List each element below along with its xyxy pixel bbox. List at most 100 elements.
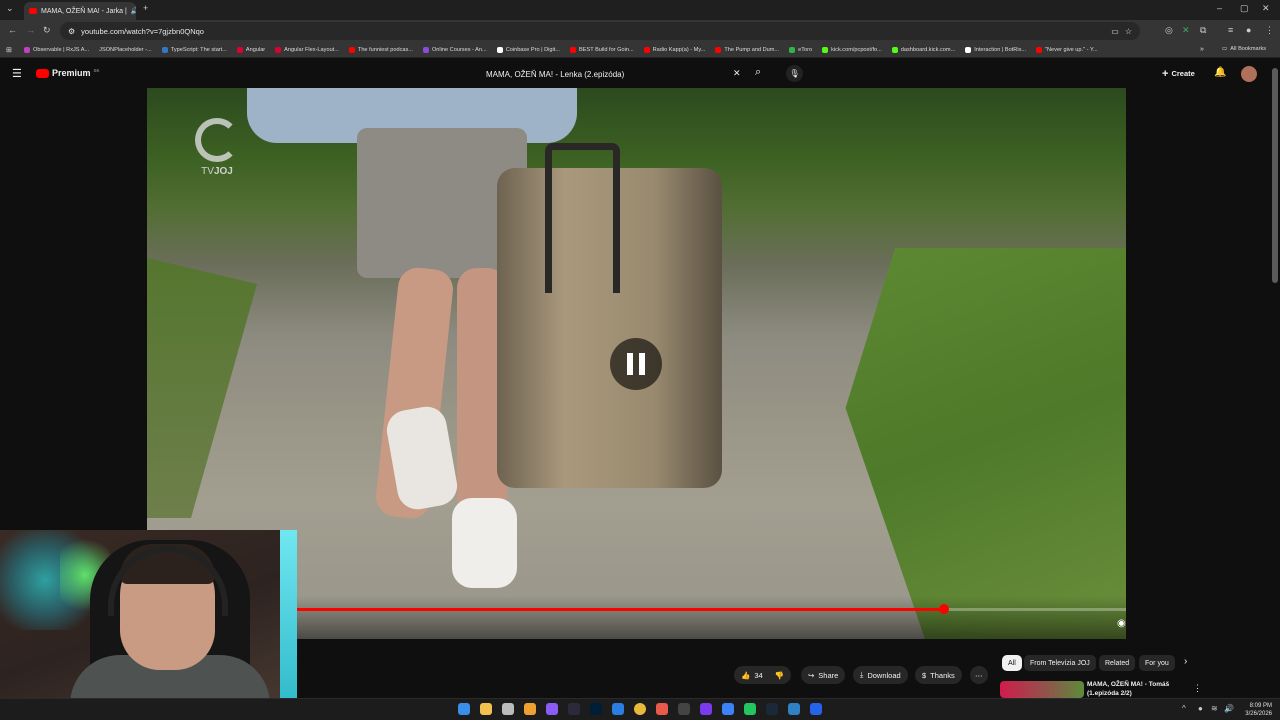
taskbar-app-icon[interactable] bbox=[612, 703, 624, 715]
forward-icon[interactable]: → bbox=[26, 25, 35, 35]
like-button[interactable]: 👍 34 👎 bbox=[734, 666, 792, 684]
video-frame-grass-left bbox=[147, 258, 257, 518]
tab-search-icon[interactable]: ⌄ bbox=[6, 3, 14, 14]
download-button[interactable]: ⤓ Download bbox=[853, 666, 908, 684]
create-button[interactable]: + Create bbox=[1158, 65, 1199, 82]
chip-all[interactable]: All bbox=[1002, 655, 1022, 671]
bookmark-item[interactable]: The funniest podcas... bbox=[348, 46, 413, 53]
browser-menu-icon[interactable]: ⋮ bbox=[1265, 25, 1274, 36]
chip-from-channel[interactable]: From Televízia JOJ bbox=[1024, 655, 1096, 671]
bookmark-item[interactable]: kick.com/pcpost/fo... bbox=[822, 46, 882, 53]
apps-grid-icon[interactable]: ⊞ bbox=[6, 46, 12, 54]
windows-taskbar: ^ ● ≋ 🔊 8:09 PM 3/26/2026 bbox=[0, 698, 1280, 720]
bookmark-item[interactable]: The Pump and Dum... bbox=[715, 46, 779, 53]
reload-icon[interactable]: ↻ bbox=[43, 25, 51, 36]
browser-tab-active[interactable]: MAMA, OŽEŇ MA! - Jarka | 🔊 ✕ bbox=[24, 2, 136, 20]
bookmark-item[interactable]: dashboard.kick.com... bbox=[891, 46, 955, 53]
taskbar-app-icon[interactable] bbox=[568, 703, 580, 715]
recommended-title[interactable]: MAMA, OŽEŇ MA! - Tomáš bbox=[1087, 681, 1169, 688]
photoshop-icon[interactable] bbox=[590, 703, 602, 715]
profile-avatar-icon[interactable]: ● bbox=[1246, 25, 1251, 35]
chrome-icon[interactable] bbox=[634, 703, 646, 715]
bookmark-item[interactable]: TypeScript: The start... bbox=[161, 46, 227, 53]
bookmark-item[interactable]: Observable | RxJS A... bbox=[24, 46, 89, 53]
steam-icon[interactable] bbox=[766, 703, 778, 715]
tab-audio-icon[interactable]: 🔊 bbox=[131, 7, 136, 15]
taskbar-app-icon[interactable] bbox=[788, 703, 800, 715]
window-maximize-icon[interactable]: ▢ bbox=[1240, 3, 1249, 14]
media-icon[interactable]: ≡ bbox=[1228, 25, 1233, 35]
taskbar-app-icon[interactable] bbox=[700, 703, 712, 715]
youtube-header: ☰ Premium SK MAMA, OŽEŇ MA! - Lenka (2.e… bbox=[0, 58, 1280, 88]
taskbar-app-icon[interactable] bbox=[744, 703, 756, 715]
window-minimize-icon[interactable]: – bbox=[1217, 3, 1222, 13]
chip-for-you[interactable]: For you bbox=[1139, 655, 1175, 671]
bookmark-item[interactable]: eToro bbox=[789, 46, 812, 53]
discord-icon[interactable] bbox=[546, 703, 558, 715]
create-label: Create bbox=[1171, 69, 1195, 78]
voice-search-icon[interactable]: 🎙 bbox=[786, 65, 803, 82]
bookmark-item[interactable]: "Never give up." - Y... bbox=[1036, 46, 1098, 53]
more-vertical-icon[interactable]: ⋮ bbox=[1193, 683, 1202, 694]
site-info-icon[interactable]: ⚙ bbox=[68, 27, 75, 36]
taskbar-app-icon[interactable] bbox=[810, 703, 822, 715]
progress-scrubber-handle[interactable] bbox=[938, 604, 949, 614]
share-button[interactable]: ↪ Share bbox=[801, 666, 846, 684]
youtube-play-logo-icon bbox=[36, 68, 49, 78]
bookmark-item[interactable]: Angular Flex-Layout... bbox=[275, 46, 339, 53]
chip-related[interactable]: Related bbox=[1099, 655, 1136, 671]
bookmark-item[interactable]: Coinbase Pro | Digit... bbox=[496, 46, 560, 53]
bookmark-item[interactable]: BEST Build for Goin... bbox=[570, 46, 634, 53]
pause-indicator[interactable] bbox=[610, 338, 662, 390]
thumbs-up-icon: 👍 bbox=[741, 670, 751, 680]
address-bar[interactable]: ⚙ youtube.com/watch?v=7gjzbn0QNqo ▭ ☆ bbox=[60, 22, 1140, 40]
avatar[interactable] bbox=[1241, 66, 1257, 82]
window-close-icon[interactable]: ✕ bbox=[1262, 3, 1270, 14]
search-icon[interactable]: ⌕ bbox=[755, 66, 761, 79]
notifications-bell-icon[interactable]: 🔔 bbox=[1214, 67, 1226, 78]
pause-icon-bar bbox=[639, 353, 645, 375]
taskbar-app-icon[interactable] bbox=[678, 703, 690, 715]
bookmarks-overflow-icon[interactable]: » bbox=[1200, 46, 1204, 53]
taskbar-app-icon[interactable] bbox=[722, 703, 734, 715]
cast-icon[interactable]: ▭ bbox=[1111, 27, 1119, 36]
taskbar-app-icon[interactable] bbox=[502, 703, 514, 715]
youtube-premium-logo[interactable]: Premium SK bbox=[36, 68, 100, 78]
bookmark-item[interactable]: Radio Kapp(a) - My... bbox=[643, 46, 705, 53]
download-icon: ⤓ bbox=[860, 670, 864, 679]
all-bookmarks-button[interactable]: ▭ All Bookmarks bbox=[1222, 46, 1266, 52]
bookmark-item[interactable]: Angular bbox=[236, 46, 265, 53]
back-icon[interactable]: ← bbox=[8, 25, 17, 35]
search-input[interactable]: MAMA, OŽEŇ MA! - Lenka (2.epizóda) bbox=[478, 65, 748, 83]
tray-app-icon[interactable]: ● bbox=[1198, 704, 1203, 713]
new-tab-button[interactable]: + bbox=[143, 3, 148, 13]
taskbar-clock[interactable]: 8:09 PM 3/26/2026 bbox=[1245, 702, 1272, 718]
chips-next-arrow-icon[interactable]: › bbox=[1184, 656, 1187, 667]
bookmark-item[interactable]: JSONPlaceholder -... bbox=[99, 47, 152, 53]
taskbar-app-icon[interactable] bbox=[524, 703, 536, 715]
bookmark-star-icon[interactable]: ☆ bbox=[1125, 27, 1132, 36]
more-actions-button[interactable]: ⋯ bbox=[970, 666, 988, 684]
bookmark-item[interactable]: Online Courses - An... bbox=[422, 46, 487, 53]
logo-text: Premium bbox=[52, 68, 91, 78]
wifi-icon[interactable]: ≋ bbox=[1211, 704, 1218, 713]
video-thumbnail[interactable] bbox=[1000, 681, 1084, 698]
thumbs-down-icon[interactable]: 👎 bbox=[775, 671, 784, 680]
thanks-button[interactable]: $ Thanks bbox=[915, 666, 962, 684]
hamburger-menu-icon[interactable]: ☰ bbox=[12, 67, 22, 80]
progress-bar[interactable] bbox=[297, 604, 1126, 614]
logo-region: SK bbox=[93, 68, 100, 73]
bookmark-item[interactable]: Interaction | BotRix... bbox=[965, 46, 1026, 53]
windows-start-icon[interactable] bbox=[458, 703, 470, 715]
extension-icon[interactable]: ◎ bbox=[1165, 25, 1173, 36]
extensions-puzzle-icon[interactable]: ⧉ bbox=[1200, 25, 1206, 36]
autoplay-toggle-icon[interactable]: ◉ bbox=[1117, 618, 1126, 629]
taskbar-app-icon[interactable] bbox=[656, 703, 668, 715]
extension-icon[interactable]: ✕ bbox=[1182, 25, 1190, 36]
volume-icon[interactable]: 🔊 bbox=[1224, 704, 1234, 713]
file-explorer-icon[interactable] bbox=[480, 703, 492, 715]
tray-overflow-icon[interactable]: ^ bbox=[1182, 704, 1186, 713]
webcam-overlay bbox=[0, 530, 297, 720]
page-scrollbar[interactable] bbox=[1272, 68, 1278, 283]
clear-search-icon[interactable]: ✕ bbox=[733, 68, 741, 79]
